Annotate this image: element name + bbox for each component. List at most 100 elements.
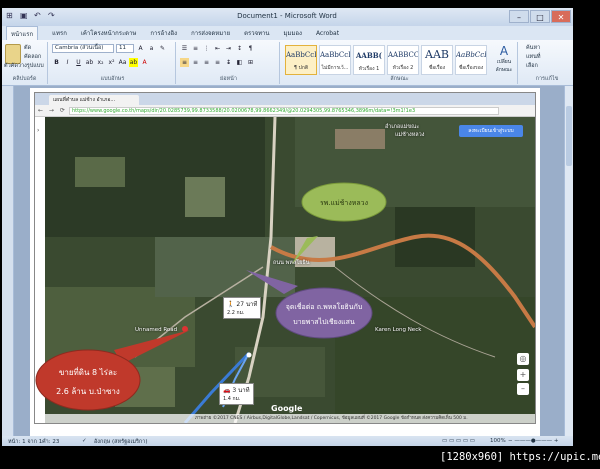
select-button[interactable]: เลือก bbox=[526, 62, 538, 70]
red-callout-line2: 2.6 ล้าน บ.ป่าซาง bbox=[56, 387, 120, 396]
browser-tab: แผนที่ตำบล แม่ช้าง อำเภอ... bbox=[49, 95, 139, 105]
expand-panel-icon[interactable]: › bbox=[37, 127, 39, 134]
sign-in-button[interactable]: ลงทะเบียนเข้าสู่ระบบ bbox=[459, 125, 523, 137]
tab-acrobat[interactable]: Acrobat bbox=[316, 30, 339, 37]
shading-icon[interactable]: ◧ bbox=[235, 58, 244, 67]
vertical-scrollbar[interactable] bbox=[564, 86, 573, 436]
subscript-icon[interactable]: x₂ bbox=[96, 58, 105, 67]
status-words[interactable]: คำ: 23 bbox=[42, 438, 59, 446]
line-spacing-icon[interactable]: ↨ bbox=[224, 58, 233, 67]
align-left-icon[interactable]: ≡ bbox=[180, 58, 189, 67]
align-center-icon[interactable]: ≡ bbox=[191, 58, 200, 67]
status-bar: หน้า: 1 จาก 1 คำ: 23 ✓ อังกฤษ (สหรัฐอเมร… bbox=[2, 436, 573, 446]
proofing-icon[interactable]: ✓ bbox=[82, 438, 87, 444]
map-label-unnamed-road: Unnamed Road bbox=[135, 327, 178, 333]
paste-icon[interactable] bbox=[5, 44, 21, 64]
purple-callout-line2: บายพาสไปเชียงแสน bbox=[293, 318, 355, 326]
route-option-walk[interactable]: 🚶 27 นาที 2.2 กม. bbox=[223, 297, 262, 319]
borders-icon[interactable]: ⊞ bbox=[246, 58, 255, 67]
close-button[interactable]: ✕ bbox=[551, 10, 571, 23]
status-zoom[interactable]: 100% bbox=[490, 438, 506, 444]
superscript-icon[interactable]: x² bbox=[107, 58, 116, 67]
change-styles-button[interactable]: A เปลี่ยนลักษณะ bbox=[492, 44, 516, 74]
route-option-drive[interactable]: 🚗 3 นาที 1.4 กม. bbox=[219, 383, 254, 405]
view-buttons[interactable]: ▭ ▭ ▭ ▭ ▭ bbox=[442, 438, 475, 444]
tab-mailings[interactable]: การส่งจดหมาย bbox=[191, 28, 230, 38]
grow-font-icon[interactable]: A bbox=[136, 44, 145, 53]
style-heading-2[interactable]: AABBCC หัวเรื่อง 2 bbox=[387, 45, 419, 75]
justify-icon[interactable]: ≡ bbox=[213, 58, 222, 67]
tab-page-layout[interactable]: เค้าโครงหน้ากระดาษ bbox=[81, 28, 137, 38]
style-normal[interactable]: AaBbCcD ¶ ปกติ bbox=[285, 45, 317, 75]
sort-icon[interactable]: ↕ bbox=[235, 44, 244, 53]
window-title: Document1 - Microsoft Word bbox=[237, 12, 337, 20]
numbering-icon[interactable]: ≡ bbox=[191, 44, 200, 53]
font-size-select[interactable]: 11 bbox=[116, 44, 134, 53]
quick-access-toolbar: ⊞ ▣ ↶ ↷ bbox=[6, 11, 58, 21]
map-label-area: แม่ช้างหลวง bbox=[395, 132, 425, 138]
tab-insert[interactable]: แทรก bbox=[52, 28, 67, 38]
walk-icon: 🚶 bbox=[227, 301, 235, 308]
status-language[interactable]: อังกฤษ (สหรัฐอเมริกา) bbox=[94, 438, 147, 446]
style-title[interactable]: AAB ชื่อเรื่อง bbox=[421, 45, 453, 75]
browser-tab-strip: แผนที่ตำบล แม่ช้าง อำเภอ... bbox=[35, 93, 535, 105]
zoom-out-button[interactable]: – bbox=[517, 383, 529, 395]
font-group: Cambria (ส่วนเนื้อ) 11 A a ✎ B I U ab x₂… bbox=[50, 42, 176, 84]
tab-home[interactable]: หน้าแรก bbox=[6, 25, 39, 41]
bold-icon[interactable]: B bbox=[52, 58, 61, 67]
maximize-button[interactable]: □ bbox=[530, 10, 550, 23]
save-icon[interactable]: ▣ bbox=[20, 11, 30, 21]
font-color-icon[interactable]: A bbox=[140, 58, 149, 67]
browser-address-bar: ← → ⟳ https://www.google.co.th/maps/dir/… bbox=[35, 105, 535, 117]
tab-references[interactable]: การอ้างอิง bbox=[150, 28, 177, 38]
clear-format-icon[interactable]: ✎ bbox=[158, 44, 167, 53]
tab-view[interactable]: มุมมอง bbox=[284, 28, 302, 38]
increase-indent-icon[interactable]: ⇥ bbox=[224, 44, 233, 53]
redo-icon[interactable]: ↷ bbox=[48, 11, 58, 21]
align-right-icon[interactable]: ≡ bbox=[202, 58, 211, 67]
font-size-tools: A a ✎ bbox=[136, 44, 167, 53]
case-icon[interactable]: Aa bbox=[118, 58, 127, 67]
highlight-icon[interactable]: ab bbox=[129, 58, 138, 67]
cut-button[interactable]: ตัด bbox=[24, 44, 31, 52]
find-button[interactable]: ค้นหา bbox=[526, 44, 540, 52]
editing-group: ค้นหา แทนที่ เลือก การแก้ไข bbox=[522, 42, 572, 84]
tab-review[interactable]: ตรวจทาน bbox=[244, 28, 269, 38]
zoom-slider[interactable]: − ———●——— + bbox=[508, 438, 559, 444]
zoom-in-button[interactable]: + bbox=[517, 369, 529, 381]
change-styles-icon: A bbox=[499, 44, 509, 58]
bullets-icon[interactable]: ☰ bbox=[180, 44, 189, 53]
copy-button[interactable]: คัดลอก bbox=[24, 53, 41, 61]
my-location-button[interactable]: ◎ bbox=[517, 353, 529, 365]
strikethrough-icon[interactable]: ab bbox=[85, 58, 94, 67]
align-tools: ≡ ≡ ≡ ≡ ↨ ◧ ⊞ bbox=[180, 58, 255, 67]
minimize-button[interactable]: – bbox=[509, 10, 529, 23]
undo-icon[interactable]: ↶ bbox=[34, 11, 44, 21]
format-painter-button[interactable]: ตัวคัดวางรูปแบบ bbox=[4, 62, 44, 70]
shrink-font-icon[interactable]: a bbox=[147, 44, 156, 53]
clipboard-group: ตัด คัดลอก ตัวคัดวางรูปแบบ คลิปบอร์ด bbox=[2, 42, 48, 84]
show-marks-icon[interactable]: ¶ bbox=[246, 44, 255, 53]
replace-button[interactable]: แทนที่ bbox=[526, 53, 541, 61]
style-no-spacing[interactable]: AaBbCcD ไม่มีการเว้... bbox=[319, 45, 351, 75]
editing-group-label: การแก้ไข bbox=[535, 76, 559, 82]
green-callout-text[interactable]: รพ.แม่ช้างหลวง bbox=[302, 198, 386, 209]
italic-icon[interactable]: I bbox=[63, 58, 72, 67]
title-bar: ⊞ ▣ ↶ ↷ Document1 - Microsoft Word – □ ✕ bbox=[2, 8, 573, 26]
scrollbar-thumb[interactable] bbox=[566, 106, 572, 166]
style-heading-1[interactable]: AABB( หัวเรื่อง 1 bbox=[353, 45, 385, 75]
underline-icon[interactable]: U bbox=[74, 58, 83, 67]
style-subtitle[interactable]: AaBbCcD ชื่อเรื่องรอง bbox=[455, 45, 487, 75]
map-label-road: ถนน พหลโยธิน bbox=[273, 260, 310, 266]
multilevel-icon[interactable]: ⋮ bbox=[202, 44, 211, 53]
purple-callout[interactable]: จุดเชื่อต่อ ถ.พหลโยธินกับ บายพาสไปเชียงแ… bbox=[276, 302, 372, 328]
font-name-select[interactable]: Cambria (ส่วนเนื้อ) bbox=[52, 44, 114, 53]
red-callout[interactable]: ขายที่ดิน 8 ไร่ละ 2.6 ล้าน บ.ป่าซาง bbox=[38, 366, 138, 398]
window-controls: – □ ✕ bbox=[509, 10, 571, 23]
map-label-district: อำเภอแม่ขณะ bbox=[385, 124, 420, 130]
office-button-icon[interactable]: ⊞ bbox=[6, 11, 16, 21]
car-icon: 🚗 bbox=[223, 387, 231, 394]
decrease-indent-icon[interactable]: ⇤ bbox=[213, 44, 222, 53]
paragraph-group: ☰ ≡ ⋮ ⇤ ⇥ ↕ ¶ ≡ ≡ ≡ ≡ ↨ ◧ ⊞ ย่อหน้า bbox=[178, 42, 280, 84]
status-page[interactable]: หน้า: 1 จาก 1 bbox=[8, 438, 42, 446]
